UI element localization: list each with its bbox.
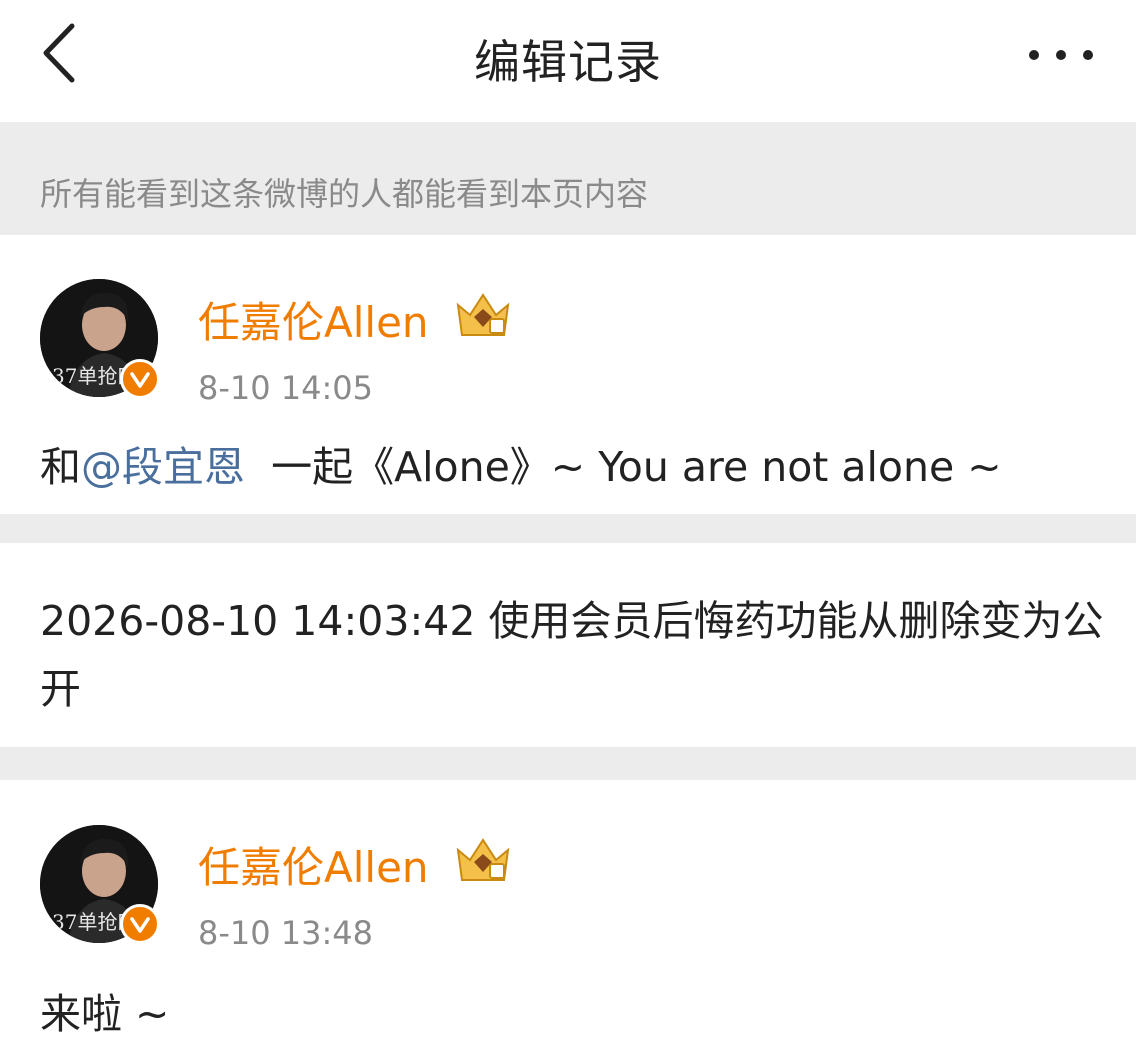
post-time: 8-10 14:05 — [198, 369, 374, 407]
username[interactable]: 任嘉伦Allen — [198, 834, 429, 895]
edit-record-card: 37单抢四 任嘉伦Allen 8-10 13:48 来啦 ~ — [0, 780, 1136, 1060]
more-horizontal-icon — [1029, 50, 1093, 60]
post-content: 来啦 ~ — [40, 990, 170, 1038]
more-button[interactable] — [1026, 40, 1096, 70]
post-content: 和@段宜恩 一起《Alone》~ You are not alone ~ — [40, 433, 1116, 493]
page-title: 编辑记录 — [474, 35, 662, 89]
record-text: 2026-08-10 14:03:42 使用会员后悔药功能从删除变为公开 — [40, 597, 1104, 713]
content-prefix: 和 — [40, 443, 81, 491]
divider — [0, 514, 1136, 543]
crown-vip-icon — [454, 836, 512, 886]
post-time: 8-10 13:48 — [198, 914, 374, 952]
mention-link[interactable]: @段宜恩 — [81, 443, 245, 491]
top-navbar: 编辑记录 — [0, 0, 1136, 122]
username[interactable]: 任嘉伦Allen — [198, 289, 429, 350]
verified-badge-icon — [120, 359, 160, 399]
verified-badge-icon — [120, 904, 160, 944]
visibility-notice: 所有能看到这条微博的人都能看到本页内容 — [0, 122, 1136, 235]
divider — [0, 747, 1136, 780]
edit-record-entry: 2026-08-10 14:03:42 使用会员后悔药功能从删除变为公开 — [0, 543, 1136, 747]
content-suffix: 一起《Alone》~ You are not alone ~ — [271, 443, 1002, 491]
edit-record-card: 37单抢四 任嘉伦Allen 8-10 14:05 和@段宜恩 一起《Alone… — [0, 235, 1136, 514]
crown-vip-icon — [454, 291, 512, 341]
